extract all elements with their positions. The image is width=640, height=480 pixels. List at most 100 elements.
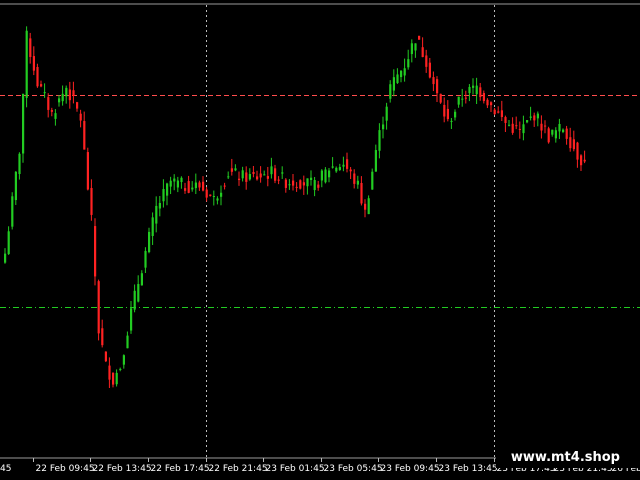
candle-bear xyxy=(583,159,586,162)
candle-bull xyxy=(25,30,28,98)
candle-bull xyxy=(338,167,341,170)
candle-bear xyxy=(230,168,233,172)
candle-bull xyxy=(191,187,194,190)
candle-bear xyxy=(299,180,302,189)
candle-bull xyxy=(7,231,10,255)
candle-bull xyxy=(562,129,565,132)
candle-bull xyxy=(335,167,338,172)
candle-bear xyxy=(90,187,93,215)
candle-bear xyxy=(490,102,493,106)
candle-bull xyxy=(14,171,17,201)
candle-bear xyxy=(500,110,503,118)
x-tick-label: 23 Feb 13:45 xyxy=(439,464,498,474)
candle-bear xyxy=(29,38,32,57)
candle-bear xyxy=(295,186,298,188)
candle-bull xyxy=(454,111,457,118)
candle-bull xyxy=(144,250,147,268)
candle-bull xyxy=(526,120,529,123)
candle-bear xyxy=(184,188,187,191)
candle-bear xyxy=(202,181,205,191)
candle-bull xyxy=(306,178,309,187)
candle-bull xyxy=(457,96,460,105)
candle-bear xyxy=(540,123,543,131)
candle-bull xyxy=(310,177,313,180)
candle-bull xyxy=(180,177,183,183)
candle-bear xyxy=(302,182,305,186)
candle-bear xyxy=(493,109,496,115)
candle-bear xyxy=(259,173,262,178)
candle-bull xyxy=(410,43,413,55)
candle-bear xyxy=(108,365,111,380)
candle-bear xyxy=(68,89,71,101)
candle-bull xyxy=(4,253,7,263)
candle-bull xyxy=(158,202,161,209)
candle-bull xyxy=(65,87,68,97)
candle-bull xyxy=(115,372,118,385)
candle-bear xyxy=(479,87,482,98)
candle-bear xyxy=(274,168,277,181)
candle-bear xyxy=(511,123,514,133)
candle-bull xyxy=(529,116,532,118)
candle-bull xyxy=(551,129,554,135)
candle-bull xyxy=(241,170,244,179)
candle-bear xyxy=(565,128,568,139)
candle-bull xyxy=(122,355,125,365)
candle-bear xyxy=(86,152,89,190)
candle-bull xyxy=(173,178,176,182)
candle-bull xyxy=(313,180,316,191)
candle-bull xyxy=(227,176,230,178)
candle-bull xyxy=(11,196,14,227)
candle-bull xyxy=(367,198,370,215)
candle-bear xyxy=(432,77,435,85)
candle-bull xyxy=(450,120,453,122)
candle-bull xyxy=(331,166,334,168)
candle-bear xyxy=(266,176,269,179)
candle-bull xyxy=(22,93,25,154)
x-tick-label: 22 Feb 21:45 xyxy=(209,464,268,474)
candle-bear xyxy=(572,139,575,150)
candle-bull xyxy=(270,166,273,175)
candle-bull xyxy=(43,92,46,94)
candle-bull xyxy=(407,59,410,68)
candle-bear xyxy=(209,194,212,196)
candle-bull xyxy=(320,170,323,181)
candle-bull xyxy=(554,130,557,139)
candle-bull xyxy=(522,124,525,134)
candle-bear xyxy=(482,93,485,102)
candle-bull xyxy=(396,74,399,84)
candle-bear xyxy=(223,185,226,187)
candle-bear xyxy=(83,121,86,150)
candle-bull xyxy=(403,68,406,76)
candle-bull xyxy=(288,184,291,186)
candle-bull xyxy=(461,98,464,100)
candle-bear xyxy=(346,159,349,169)
candle-bear xyxy=(518,128,521,130)
candle-bull xyxy=(216,198,219,201)
candle-bear xyxy=(104,351,107,362)
candle-bear xyxy=(544,125,547,127)
candle-bear xyxy=(446,108,449,120)
candle-bear xyxy=(569,137,572,149)
candle-bear xyxy=(79,113,82,121)
candle-bull xyxy=(119,368,122,370)
candle-bull xyxy=(400,70,403,78)
candle-bull xyxy=(140,273,143,286)
watermark-text: www.mt4.shop xyxy=(511,450,620,465)
candle-bear xyxy=(252,172,255,174)
candle-bull xyxy=(248,174,251,180)
candle-bear xyxy=(497,111,500,113)
candle-bull xyxy=(148,231,151,253)
candle-bear xyxy=(421,47,424,58)
candle-bull xyxy=(194,182,197,189)
candle-bull xyxy=(378,130,381,151)
candle-bear xyxy=(101,328,104,346)
candle-bear xyxy=(245,172,248,182)
candle-bull xyxy=(324,169,327,183)
candle-bear xyxy=(238,178,241,181)
candle-bull xyxy=(133,290,136,310)
candle-bear xyxy=(547,128,550,143)
candle-bull xyxy=(151,217,154,237)
candle-bull xyxy=(166,183,169,196)
x-tick-label: 45 xyxy=(0,464,11,474)
candle-bear xyxy=(533,115,536,121)
